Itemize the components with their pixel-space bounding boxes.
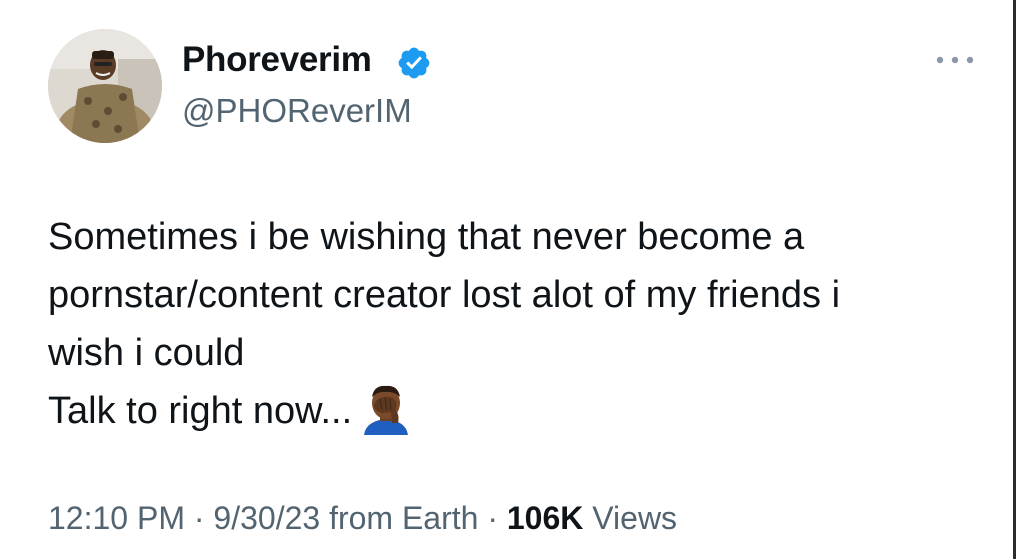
scrollbar[interactable]: [1005, 0, 1024, 559]
avatar[interactable]: [48, 29, 162, 143]
source-label: from Earth: [320, 500, 479, 536]
display-name[interactable]: Phoreverim: [182, 40, 372, 80]
tweet-card: Phoreverim @PHOReverIM Sometimes i be wi…: [0, 0, 1024, 559]
views-label: Views: [583, 500, 678, 536]
scrollbar-thumb[interactable]: [1013, 0, 1016, 559]
tweet-text-line: Talk to right now...: [48, 390, 353, 432]
tweet-text-line-last: Talk to right now...: [48, 382, 998, 440]
timestamp-date[interactable]: 9/30/23: [213, 500, 320, 536]
tweet-text: Sometimes i be wishing that never become…: [48, 208, 998, 440]
tweet-text-line: wish i could: [48, 332, 245, 374]
face-palm-emoji: [364, 385, 409, 435]
more-options-icon[interactable]: [934, 50, 976, 70]
verified-badge-icon: [398, 47, 430, 79]
handle[interactable]: @PHOReverIM: [182, 92, 412, 130]
avatar-photo: [48, 29, 162, 143]
tweet-meta: 12:10 PM · 9/30/23 from Earth · 106K Vie…: [48, 500, 677, 537]
timestamp-time[interactable]: 12:10 PM: [48, 500, 185, 536]
tweet-text-line: pornstar/content creator lost alot of my…: [48, 274, 841, 316]
tweet-text-line: Sometimes i be wishing that never become…: [48, 216, 805, 258]
separator: ·: [184, 500, 214, 536]
views-count[interactable]: 106K: [507, 500, 584, 536]
separator: ·: [478, 500, 507, 536]
